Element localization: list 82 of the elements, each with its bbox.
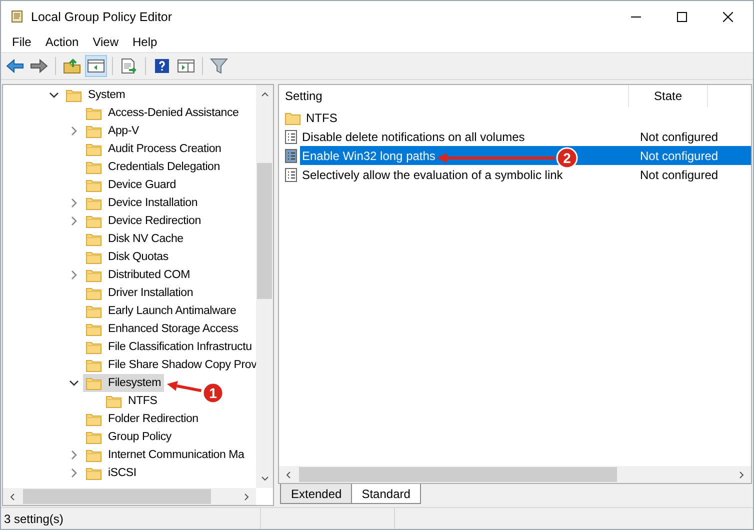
scroll-up-icon[interactable]	[260, 91, 268, 97]
tree-item[interactable]: Group Policy	[83, 428, 174, 446]
tree-item[interactable]: NTFS	[103, 392, 160, 410]
folder-icon	[86, 250, 102, 264]
chevron-right-icon[interactable]	[69, 216, 79, 226]
scrollbar[interactable]	[3, 488, 256, 505]
folder-icon	[86, 376, 102, 390]
folder-icon	[86, 304, 102, 318]
folder-icon	[86, 286, 102, 300]
tree-item[interactable]: Enhanced Storage Access	[83, 320, 242, 338]
list-row[interactable]: Disable delete notifications on all volumes Not configured	[300, 127, 751, 146]
chevron-right-icon[interactable]	[69, 270, 79, 280]
window-title: Local Group Policy Editor	[31, 10, 172, 24]
menu-item[interactable]: Action	[38, 35, 86, 49]
folder-icon	[86, 412, 102, 426]
folder-icon	[86, 124, 102, 138]
setting-icon	[285, 130, 297, 144]
tree-item[interactable]: Driver Installation	[83, 284, 196, 302]
folder-icon	[86, 142, 102, 156]
tree-item[interactable]: Early Launch Antimalware	[83, 302, 240, 320]
folder-icon	[86, 196, 102, 210]
folder-icon	[86, 322, 102, 336]
column-header[interactable]: Setting	[279, 85, 629, 107]
chevron-right-icon[interactable]	[69, 126, 79, 136]
folder-icon	[86, 358, 102, 372]
list-row[interactable]: NTFS	[304, 108, 751, 127]
tab[interactable]: Extended	[280, 484, 353, 504]
menu-item[interactable]: View	[86, 35, 126, 49]
folder-icon	[86, 430, 102, 444]
folder-icon	[86, 106, 102, 120]
folder-icon	[86, 466, 102, 480]
scrollbar[interactable]	[256, 85, 273, 488]
menu-item[interactable]: Help	[126, 35, 164, 49]
folder-icon	[86, 214, 102, 228]
arrow	[167, 381, 202, 392]
scroll-left-icon[interactable]	[285, 470, 291, 478]
scroll-down-icon[interactable]	[260, 476, 268, 482]
tree-item[interactable]: Internet Communication Ma	[83, 446, 248, 464]
folder-icon	[86, 178, 102, 192]
chevron-down-icon[interactable]	[49, 90, 59, 100]
tree-item[interactable]: File Share Shadow Copy Prov	[83, 356, 258, 374]
tree-item[interactable]: Device Installation	[83, 194, 201, 212]
folder-icon	[86, 340, 102, 354]
chevron-right-icon[interactable]	[69, 450, 79, 460]
tree-item[interactable]: iSCSI	[83, 464, 140, 482]
toolbar-button[interactable]	[85, 55, 107, 77]
folder-icon	[86, 448, 102, 462]
menu-item[interactable]: File	[5, 35, 38, 49]
setting-icon	[285, 148, 297, 162]
tree-item[interactable]: File Classification Infrastructu	[83, 338, 255, 356]
folder-icon	[285, 110, 301, 124]
tree-item[interactable]: App-V	[83, 122, 142, 140]
column-header[interactable]: State	[629, 85, 708, 107]
tree-item[interactable]: Device Redirection	[83, 212, 204, 230]
tree-item[interactable]: Device Guard	[83, 176, 179, 194]
tree-item[interactable]: Audit Process Creation	[83, 140, 224, 158]
maximize-icon[interactable]	[677, 12, 687, 22]
scroll-left-icon[interactable]	[9, 492, 15, 500]
tree-item[interactable]: System	[63, 86, 128, 104]
chevron-right-icon[interactable]	[69, 468, 79, 478]
chevron-right-icon[interactable]	[69, 198, 79, 208]
tree-item[interactable]: Filesystem	[83, 374, 164, 392]
folder-icon	[86, 160, 102, 174]
folder-icon	[66, 88, 82, 102]
scroll-right-icon[interactable]	[244, 492, 250, 500]
tree-item[interactable]: Disk NV Cache	[83, 230, 186, 248]
tree-item[interactable]: Folder Redirection	[83, 410, 202, 428]
folder-icon	[86, 232, 102, 246]
folder-icon	[86, 268, 102, 282]
tree-item[interactable]: Access-Denied Assistance	[83, 104, 242, 122]
status-text: 3 setting(s)	[3, 510, 64, 528]
tree-item[interactable]: Distributed COM	[83, 266, 193, 284]
tree-item[interactable]: Credentials Delegation	[83, 158, 223, 176]
scroll-right-icon[interactable]	[739, 470, 745, 478]
chevron-down-icon[interactable]	[69, 378, 79, 388]
tree-item[interactable]: Disk Quotas	[83, 248, 172, 266]
tab[interactable]: Standard	[350, 484, 422, 504]
scroll-icon	[9, 8, 25, 24]
folder-icon	[106, 394, 122, 408]
close-icon[interactable]	[723, 12, 733, 22]
scrollbar[interactable]	[279, 466, 751, 483]
setting-icon	[285, 168, 297, 182]
